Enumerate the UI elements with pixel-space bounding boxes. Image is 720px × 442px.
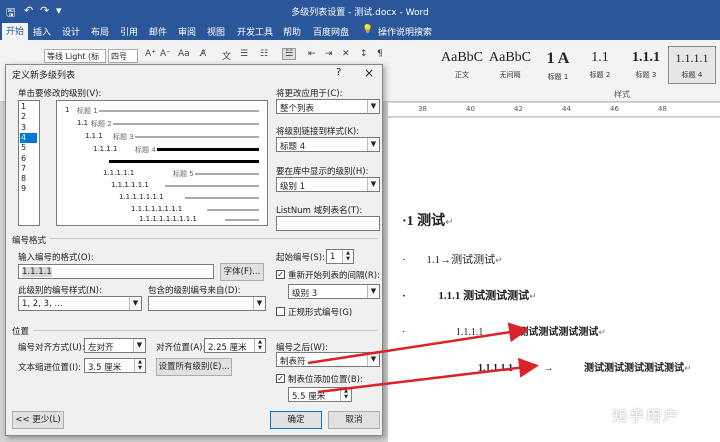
arrow-to-heading-5: [317, 357, 539, 394]
arrow-to-heading-4: [307, 322, 529, 365]
watermark: 知乎用户: [612, 407, 681, 425]
annotation-arrows: [307, 322, 539, 394]
